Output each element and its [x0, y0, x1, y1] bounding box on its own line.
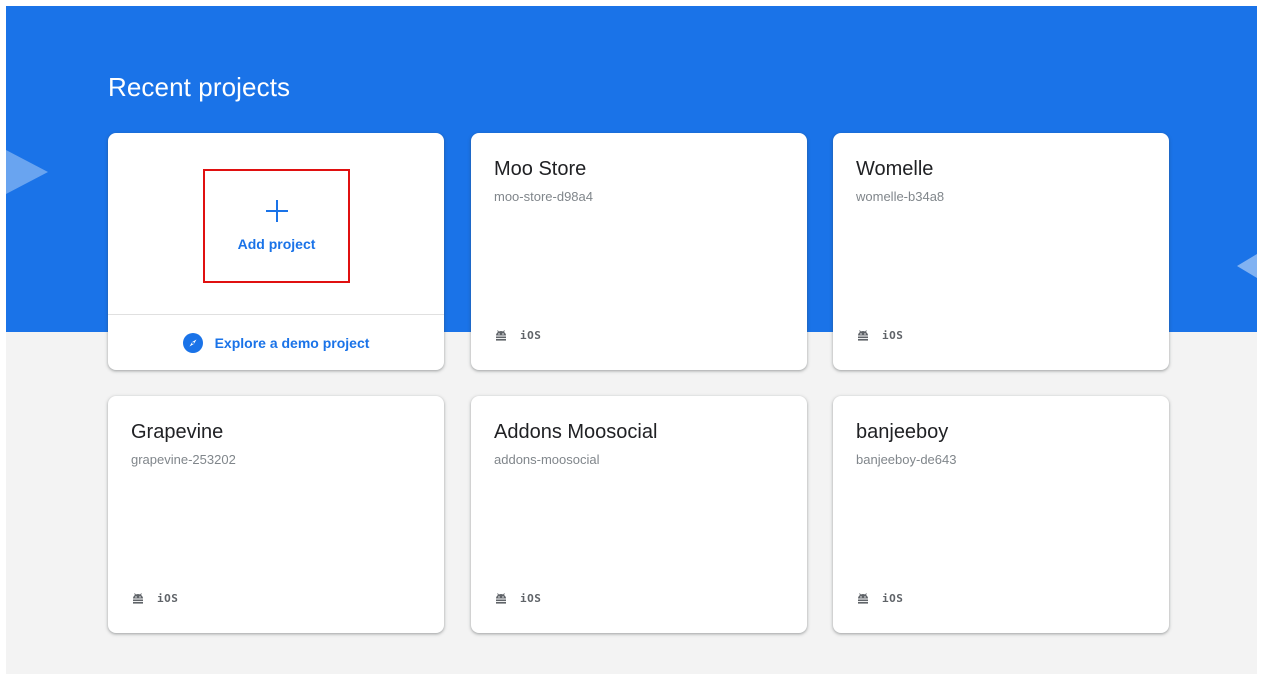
decorative-triangle-left	[6, 150, 48, 194]
android-icon	[496, 329, 506, 341]
project-id: addons-moosocial	[494, 452, 600, 467]
compass-icon	[182, 332, 203, 353]
project-card[interactable]: Addons Moosocial addons-moosocial iOS	[471, 396, 807, 633]
project-id: moo-store-d98a4	[494, 189, 593, 204]
platform-list: iOS	[494, 329, 541, 342]
android-icon	[496, 592, 506, 604]
project-name: Moo Store	[494, 158, 587, 180]
ios-label: iOS	[157, 592, 179, 605]
add-project-card: Add project Explore a demo project	[108, 133, 444, 370]
project-name: banjeeboy	[856, 421, 949, 443]
project-id: womelle-b34a8	[856, 189, 945, 204]
explore-demo-label: Explore a demo project	[214, 334, 370, 351]
android-icon	[858, 592, 868, 604]
ios-label: iOS	[882, 592, 904, 605]
ios-label: iOS	[520, 329, 542, 342]
platform-list: iOS	[131, 592, 178, 605]
project-id: grapevine-253202	[131, 452, 236, 467]
project-card[interactable]: Womelle womelle-b34a8 iOS	[833, 133, 1169, 370]
page: Recent projects Add project Explore a de…	[6, 6, 1257, 674]
project-name: Addons Moosocial	[494, 421, 658, 443]
project-card[interactable]: banjeeboy banjeeboy-de643 iOS	[833, 396, 1169, 633]
decorative-triangle-right	[1237, 254, 1257, 278]
plus-icon	[265, 200, 288, 222]
project-card[interactable]: Moo Store moo-store-d98a4 iOS	[471, 133, 807, 370]
ios-label: iOS	[882, 329, 904, 342]
explore-demo-link[interactable]: Explore a demo project	[108, 315, 444, 370]
add-project-label: Add project	[237, 236, 316, 252]
project-name: Grapevine	[131, 421, 224, 443]
project-id: banjeeboy-de643	[856, 452, 957, 467]
platform-list: iOS	[856, 329, 903, 342]
platform-list: iOS	[494, 592, 541, 605]
page-title: Recent projects	[108, 72, 291, 102]
ios-label: iOS	[520, 592, 542, 605]
android-icon	[133, 592, 143, 604]
platform-list: iOS	[856, 592, 903, 605]
project-name: Womelle	[856, 158, 934, 180]
project-card[interactable]: Grapevine grapevine-253202 iOS	[108, 396, 444, 633]
add-project-button[interactable]: Add project	[203, 169, 350, 283]
android-icon	[858, 329, 868, 341]
